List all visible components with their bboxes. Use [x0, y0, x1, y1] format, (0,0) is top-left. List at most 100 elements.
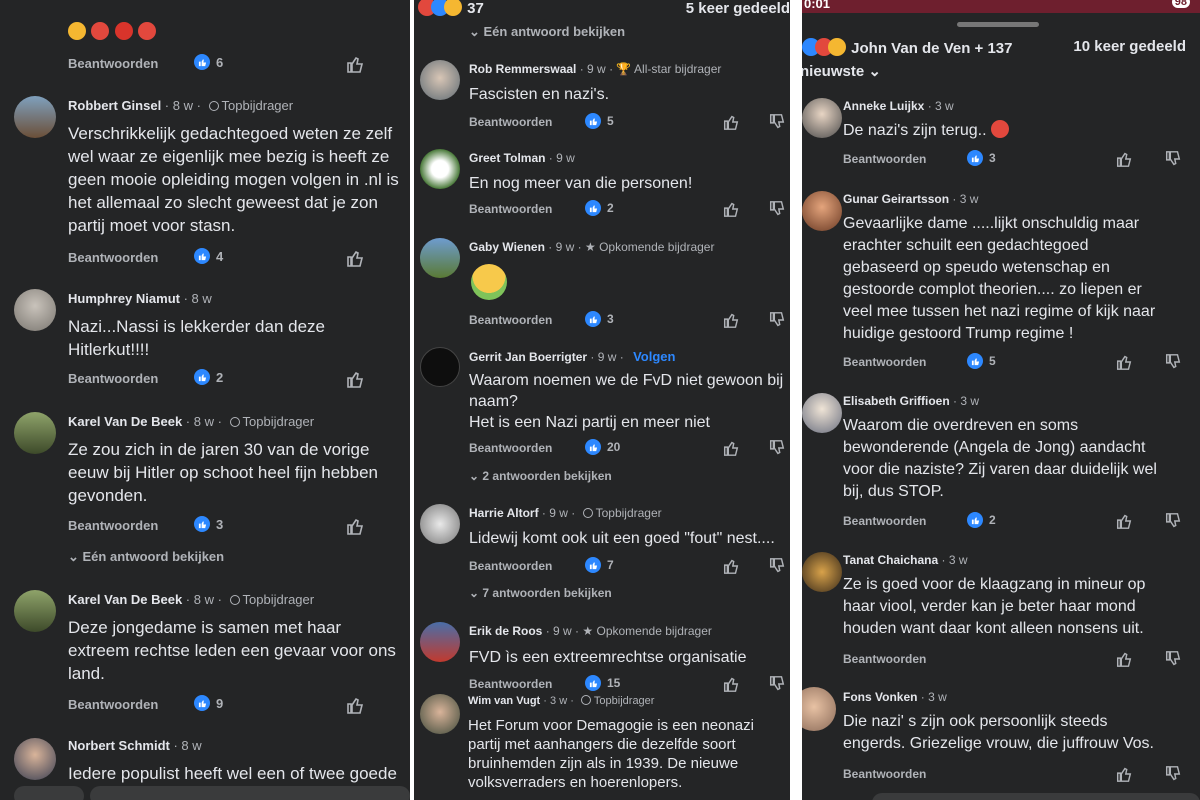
reply-button[interactable]: Beantwoorden — [469, 441, 552, 455]
avatar[interactable] — [802, 552, 842, 592]
avatar[interactable] — [420, 149, 460, 189]
commenter-name[interactable]: Erik de Roos — [469, 624, 542, 638]
commenter-name[interactable]: Rob Remmerswaal — [469, 62, 576, 76]
reply-button[interactable]: Beantwoorden — [469, 677, 552, 691]
text-line: wel waar ze eigenlijk mee bezig is heeft… — [68, 147, 390, 166]
avatar[interactable] — [802, 687, 836, 731]
thumbs-down-icon[interactable] — [768, 200, 786, 218]
text-line: Verschrikkelijk gedachtegoed weten ze ze… — [68, 124, 393, 143]
commenter-name[interactable]: Greet Tolman — [469, 151, 545, 165]
avatar[interactable] — [420, 238, 460, 278]
reply-button[interactable]: Beantwoorden — [843, 355, 926, 369]
status-time: 0:01 — [804, 0, 831, 11]
view-replies-link[interactable]: ⌄ Eén antwoord bekijken — [469, 24, 625, 40]
commenter-name[interactable]: Robbert Ginsel — [68, 98, 161, 113]
thumbs-down-icon[interactable] — [768, 311, 786, 329]
sad-emoji-icon — [828, 38, 846, 56]
thumbs-down-icon[interactable] — [1164, 150, 1182, 168]
text-line: partij moet voor stasn. — [68, 216, 236, 235]
thumbs-up-icon[interactable] — [345, 369, 365, 389]
reply-button[interactable]: Beantwoorden — [68, 250, 158, 265]
thumbs-down-icon[interactable] — [1164, 512, 1182, 530]
commenter-name[interactable]: Harrie Altorf — [469, 506, 539, 520]
avatar[interactable] — [802, 98, 842, 138]
commenter-name[interactable]: Elisabeth Griffioen — [843, 394, 950, 408]
comment-input-bar[interactable] — [872, 793, 1200, 800]
commenter-name[interactable]: Gerrit Jan Boerrigter — [469, 350, 587, 364]
reply-button[interactable]: Beantwoorden — [68, 56, 158, 71]
comment-time: 9 w — [549, 506, 568, 520]
thumbs-up-icon[interactable] — [1115, 353, 1133, 371]
reply-button[interactable]: Beantwoorden — [68, 697, 158, 712]
text-line: houden want daar kont alleen nonsens uit… — [843, 620, 1144, 637]
thumbs-up-icon[interactable] — [722, 557, 740, 575]
commenter-name[interactable]: Karel Van De Beek — [68, 592, 182, 607]
avatar[interactable] — [420, 347, 460, 387]
thumbs-down-icon[interactable] — [1164, 650, 1182, 668]
reply-button[interactable]: Beantwoorden — [843, 767, 926, 781]
avatar[interactable] — [14, 590, 56, 632]
avatar[interactable] — [420, 622, 460, 662]
thumbs-up-icon[interactable] — [1115, 650, 1133, 668]
comment-actions: Beantwoorden — [802, 650, 1200, 670]
comment-actions: Beantwoorden 2 — [802, 512, 1200, 532]
comment-input-bar[interactable] — [90, 786, 410, 800]
thumbs-up-icon[interactable] — [722, 439, 740, 457]
reply-button[interactable]: Beantwoorden — [469, 202, 552, 216]
thumbs-down-icon[interactable] — [768, 675, 786, 693]
view-replies-link[interactable]: ⌄ 2 antwoorden bekijken — [469, 469, 612, 483]
commenter-name[interactable]: Humphrey Niamut — [68, 291, 180, 306]
follow-button[interactable]: Volgen — [633, 349, 675, 364]
avatar[interactable] — [14, 289, 56, 331]
thumbs-up-icon[interactable] — [345, 695, 365, 715]
commenter-name[interactable]: Karel Van De Beek — [68, 414, 182, 429]
thumbs-up-icon[interactable] — [1115, 150, 1133, 168]
thumbs-up-icon[interactable] — [722, 675, 740, 693]
reply-button[interactable]: Beantwoorden — [68, 371, 158, 386]
commenter-name[interactable]: Tanat Chaichana — [843, 553, 938, 567]
avatar[interactable] — [420, 694, 460, 734]
view-replies-link[interactable]: ⌄ Eén antwoord bekijken — [68, 549, 224, 565]
sheet-handle[interactable] — [957, 22, 1039, 27]
thumbs-up-icon[interactable] — [722, 113, 740, 131]
avatar[interactable] — [14, 738, 56, 780]
sort-dropdown[interactable]: nieuwste ⌄ — [802, 62, 881, 80]
thumbs-up-icon[interactable] — [722, 311, 740, 329]
comment-text: Die nazi' s zijn ook persoonlijk steeds … — [843, 711, 1154, 755]
commenter-name[interactable]: Gunar Geirartsson — [843, 192, 949, 206]
thumbs-up-icon[interactable] — [345, 248, 365, 268]
like-icon — [194, 54, 210, 70]
thumbs-up-icon[interactable] — [722, 200, 740, 218]
thumbs-down-icon[interactable] — [768, 557, 786, 575]
avatar[interactable] — [802, 191, 842, 231]
commenter-name[interactable]: Norbert Schmidt — [68, 738, 170, 753]
view-replies-link[interactable]: ⌄ 7 antwoorden bekijken — [469, 586, 612, 600]
badge-label: Topbijdrager — [242, 414, 315, 429]
thumbs-up-icon[interactable] — [1115, 512, 1133, 530]
thumbs-up-icon[interactable] — [345, 516, 365, 536]
chevron-down-icon: ⌄ — [469, 24, 484, 39]
reply-button[interactable]: Beantwoorden — [469, 115, 552, 129]
reply-button[interactable]: Beantwoorden — [469, 313, 552, 327]
avatar[interactable] — [420, 60, 460, 100]
commenter-name[interactable]: Fons Vonken — [843, 690, 917, 704]
avatar[interactable] — [14, 412, 56, 454]
reply-button[interactable]: Beantwoorden — [843, 514, 926, 528]
reply-button[interactable]: Beantwoorden — [68, 518, 158, 533]
thumbs-down-icon[interactable] — [1164, 353, 1182, 371]
thumbs-up-icon[interactable] — [345, 54, 365, 74]
commenter-name[interactable]: Gaby Wienen — [469, 240, 545, 254]
thumbs-down-icon[interactable] — [1164, 765, 1182, 783]
reply-button[interactable]: Beantwoorden — [843, 652, 926, 666]
star-icon: ★ — [584, 240, 596, 254]
commenter-name[interactable]: Wim van Vugt — [468, 695, 540, 707]
thumbs-up-icon[interactable] — [1115, 765, 1133, 783]
reply-button[interactable]: Beantwoorden — [469, 559, 552, 573]
commenter-name[interactable]: Anneke Luijkx — [843, 99, 924, 113]
thumbs-down-icon[interactable] — [768, 113, 786, 131]
avatar[interactable] — [420, 504, 460, 544]
avatar[interactable] — [14, 96, 56, 138]
reply-button[interactable]: Beantwoorden — [843, 152, 926, 166]
thumbs-down-icon[interactable] — [768, 439, 786, 457]
avatar[interactable] — [802, 393, 842, 433]
